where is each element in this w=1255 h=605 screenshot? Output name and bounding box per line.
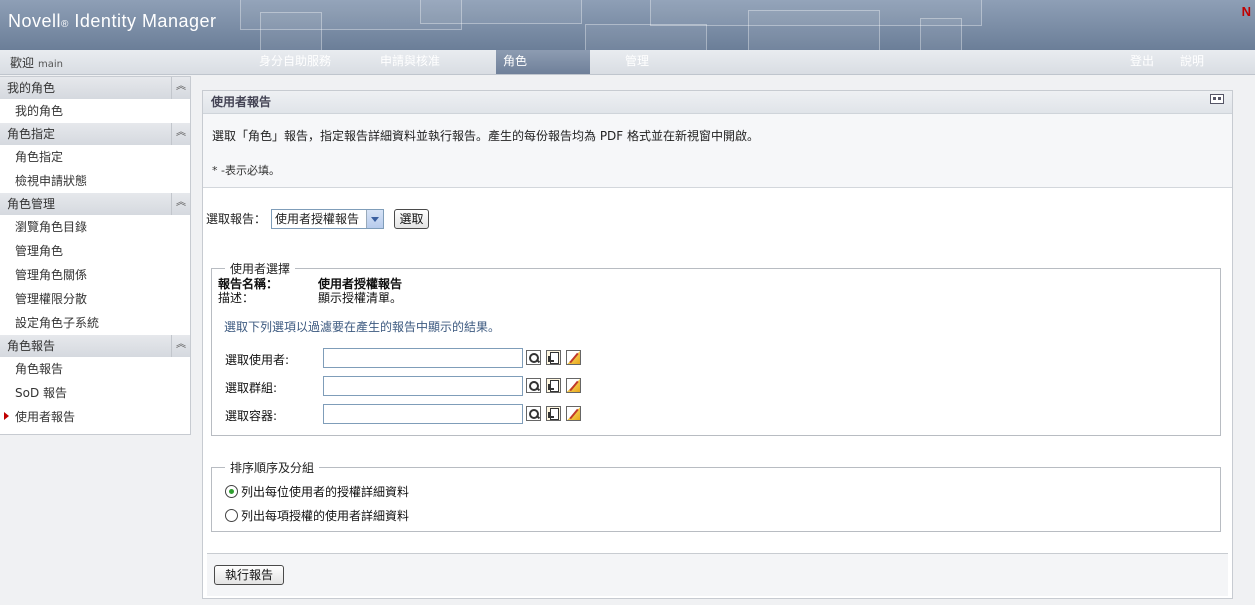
instructions-area: 選取「角色」報告，指定報告詳細資料並執行報告。產生的每份報告均為 PDF 格式並… bbox=[203, 114, 1232, 188]
current-user: main bbox=[38, 59, 64, 70]
panel-header: 使用者報告 bbox=[203, 91, 1232, 114]
logout-link[interactable]: 登出 bbox=[1122, 50, 1162, 74]
history-icon[interactable] bbox=[546, 378, 561, 393]
user-report-panel: 使用者報告 選取「角色」報告，指定報告詳細資料並執行報告。產生的每份報告均為 P… bbox=[202, 90, 1233, 599]
history-icon[interactable] bbox=[546, 406, 561, 421]
select-group-input[interactable] bbox=[323, 376, 523, 396]
header-decoration bbox=[585, 24, 707, 50]
sidebar-section-role-management[interactable]: 角色管理 ︽ bbox=[0, 193, 190, 215]
sort-order-legend: 排序順序及分組 bbox=[230, 461, 315, 475]
report-type-select[interactable]: 使用者授權報告 bbox=[271, 209, 384, 229]
help-link[interactable]: 說明 bbox=[1172, 50, 1212, 74]
sidebar-item-manage-role-relationships[interactable]: 管理角色關係 bbox=[0, 263, 190, 287]
sidebar-section-role-assignment[interactable]: 角色指定 ︽ bbox=[0, 123, 190, 145]
search-icon[interactable] bbox=[526, 406, 541, 421]
run-report-button[interactable]: 執行報告 bbox=[214, 565, 284, 585]
report-selection-row: 選取報告： 使用者授權報告 bbox=[206, 209, 384, 229]
tab-administration[interactable]: 管理 bbox=[612, 50, 662, 74]
select-report-label: 選取報告： bbox=[206, 212, 267, 226]
collapse-icon[interactable]: ︽ bbox=[171, 77, 190, 99]
sidebar-section-title: 角色報告 bbox=[7, 339, 56, 353]
sidebar-item-manage-separation-of-duties[interactable]: 管理權限分散 bbox=[0, 287, 190, 311]
sidebar-item-role-assignment[interactable]: 角色指定 bbox=[0, 145, 190, 169]
sort-option-by-user[interactable]: 列出每位使用者的授權詳細資料 bbox=[225, 483, 409, 500]
header-decoration bbox=[920, 18, 962, 50]
header-decoration bbox=[260, 12, 322, 50]
sidebar-section-title: 角色指定 bbox=[7, 127, 56, 141]
top-navigation: 歡迎 main 身分自助服務 申請與核准 角色 管理 登出 說明 bbox=[0, 50, 1255, 75]
header-decoration bbox=[748, 10, 880, 50]
sidebar-item-my-roles[interactable]: 我的角色 bbox=[0, 99, 190, 123]
panel-title: 使用者報告 bbox=[211, 95, 272, 109]
description-value: 顯示授權清單。 bbox=[318, 291, 403, 305]
select-container-label: 選取容器: bbox=[225, 409, 278, 423]
collapse-icon[interactable]: ︽ bbox=[171, 335, 190, 357]
description-label: 描述： bbox=[218, 291, 255, 305]
chevron-down-icon[interactable] bbox=[366, 210, 383, 228]
edit-icon[interactable] bbox=[566, 406, 581, 421]
edit-icon[interactable] bbox=[566, 350, 581, 365]
brand-name: Novell bbox=[8, 11, 62, 31]
select-container-input[interactable] bbox=[323, 404, 523, 424]
tab-identity-self-service[interactable]: 身分自助服務 bbox=[245, 50, 345, 74]
sidebar-item-sod-report[interactable]: SoD 報告 bbox=[0, 381, 190, 405]
select-user-input[interactable] bbox=[323, 348, 523, 368]
collapse-icon[interactable]: ︽ bbox=[171, 193, 190, 215]
sort-option-label: 列出每位使用者的授權詳細資料 bbox=[241, 485, 410, 499]
sidebar-section-my-roles[interactable]: 我的角色 ︽ bbox=[0, 77, 190, 99]
brand-registered-mark: ® bbox=[61, 19, 69, 30]
sidebar-item-user-report[interactable]: 使用者報告 bbox=[0, 405, 190, 429]
sidebar-section-title: 角色管理 bbox=[7, 197, 56, 211]
sidebar-item-manage-roles[interactable]: 管理角色 bbox=[0, 239, 190, 263]
product-logo: Novell® Identity Manager bbox=[8, 11, 216, 32]
filter-hint: 選取下列選項以過濾要在產生的報告中顯示的結果。 bbox=[224, 320, 501, 334]
sidebar-item-browse-role-catalog[interactable]: 瀏覽角色目錄 bbox=[0, 215, 190, 239]
search-icon[interactable] bbox=[526, 378, 541, 393]
instructions-text: 選取「角色」報告，指定報告詳細資料並執行報告。產生的每份報告均為 PDF 格式並… bbox=[212, 129, 760, 143]
tab-requests-approvals[interactable]: 申請與核准 bbox=[365, 50, 455, 74]
brand-product: Identity Manager bbox=[68, 11, 217, 31]
history-icon[interactable] bbox=[546, 350, 561, 365]
header-decoration bbox=[420, 0, 582, 24]
sidebar-item-configure-role-subsystem[interactable]: 設定角色子系統 bbox=[0, 311, 190, 335]
sidebar-section-title: 我的角色 bbox=[7, 81, 56, 95]
novell-logo-icon: N bbox=[1241, 4, 1251, 19]
panel-footer bbox=[207, 553, 1228, 596]
select-group-label: 選取群組: bbox=[225, 381, 278, 395]
select-user-label: 選取使用者: bbox=[225, 353, 290, 367]
collapse-icon[interactable]: ︽ bbox=[171, 123, 190, 145]
search-icon[interactable] bbox=[526, 350, 541, 365]
welcome-label: 歡迎 bbox=[10, 56, 35, 70]
welcome-message: 歡迎 main bbox=[10, 54, 63, 71]
sidebar: 我的角色 ︽ 我的角色 角色指定 ︽ 角色指定 檢視申請狀態 角色管理 ︽ 瀏覽角色目… bbox=[0, 76, 191, 435]
tab-roles[interactable]: 角色 bbox=[496, 50, 590, 74]
radio-button-selected[interactable] bbox=[225, 485, 238, 498]
edit-icon[interactable] bbox=[566, 378, 581, 393]
panel-menu-icon[interactable] bbox=[1210, 94, 1224, 104]
app-header: Novell® Identity Manager N bbox=[0, 0, 1255, 50]
select-report-button[interactable]: 選取 bbox=[394, 209, 429, 229]
sidebar-section-role-reports[interactable]: 角色報告 ︽ bbox=[0, 335, 190, 357]
report-type-value: 使用者授權報告 bbox=[275, 212, 360, 226]
sort-option-label: 列出每項授權的使用者詳細資料 bbox=[241, 509, 410, 523]
radio-button[interactable] bbox=[225, 509, 238, 522]
sort-option-by-entitlement[interactable]: 列出每項授權的使用者詳細資料 bbox=[225, 507, 409, 524]
required-note: * -表示必填。 bbox=[212, 164, 280, 177]
sidebar-item-view-request-status[interactable]: 檢視申請狀態 bbox=[0, 169, 190, 193]
sidebar-item-role-report[interactable]: 角色報告 bbox=[0, 357, 190, 381]
